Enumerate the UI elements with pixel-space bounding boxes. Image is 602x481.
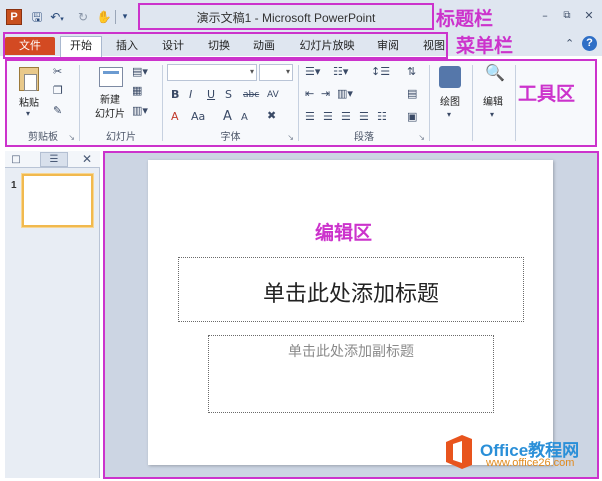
clear-formatting-icon[interactable]: ✖	[267, 110, 276, 122]
find-binoculars-icon[interactable]: 🔍	[485, 65, 505, 81]
font-color-icon[interactable]: A	[171, 111, 179, 123]
edit-area-annotation: 编辑区	[315, 222, 373, 244]
font-launcher-icon[interactable]: ↘	[287, 133, 294, 142]
drawing-group: 绘图 ▾	[430, 61, 470, 145]
restore-icon[interactable]: ⧉	[560, 9, 574, 23]
drawing-label[interactable]: 绘图	[430, 93, 470, 108]
align-text-icon[interactable]: ▤	[407, 88, 417, 100]
slide-canvas[interactable]: 单击此处添加标题 单击此处添加副标题	[148, 160, 553, 465]
editing-group: 🔍 编辑 ▾	[473, 61, 513, 145]
grow-font-icon[interactable]: A	[223, 110, 232, 123]
paragraph-group: ☰▾ ☷▾ ↕☰ ⇅ ⇤ ⇥ ▥▾ ▤ ☰ ☰ ☰ ☰ ☷ ▣ 段落 ↘	[299, 61, 429, 145]
paste-icon[interactable]	[19, 67, 39, 91]
menu-bar-annotation: 菜单栏	[456, 35, 514, 57]
slide-thumbnail[interactable]	[22, 174, 93, 227]
font-group: ▾ ▾ B I U S abc AV A Aa A A ✖ 字体 ↘	[163, 61, 298, 145]
justify-icon[interactable]: ☰	[359, 111, 369, 123]
paste-dropdown-icon[interactable]: ▾	[26, 108, 30, 120]
numbering-icon[interactable]: ☷▾	[333, 66, 348, 78]
menu-bar-highlight	[3, 32, 448, 59]
shapes-icon[interactable]	[439, 66, 461, 88]
outline-tab-icon[interactable]: ☰	[46, 153, 62, 166]
group-separator	[515, 65, 516, 141]
font-group-label: 字体	[220, 132, 241, 143]
align-right-icon[interactable]: ☰	[341, 111, 351, 123]
close-icon[interactable]: ✕	[582, 9, 596, 23]
office-logo-icon	[446, 435, 472, 469]
new-slide-label-line1[interactable]: 新建	[86, 91, 134, 106]
toolbar-annotation: 工具区	[518, 83, 576, 105]
underline-icon[interactable]: U	[207, 89, 215, 101]
minimize-ribbon-icon[interactable]: ⌃	[565, 37, 574, 50]
quick-access-separator	[115, 10, 116, 24]
text-shadow-icon[interactable]: S	[225, 89, 232, 101]
subtitle-placeholder-text[interactable]: 单击此处添加副标题	[209, 341, 493, 361]
strikethrough-icon[interactable]: abc	[243, 89, 259, 101]
distributed-icon[interactable]: ☷	[377, 111, 387, 123]
align-left-icon[interactable]: ☰	[305, 111, 315, 123]
section-icon[interactable]: ▥▾	[132, 105, 148, 117]
text-direction-icon[interactable]: ⇅	[407, 66, 416, 78]
increase-indent-icon[interactable]: ⇥	[321, 88, 330, 100]
touch-mode-icon[interactable]: ✋	[96, 9, 112, 25]
customize-quick-access-icon[interactable]: ▾	[120, 9, 130, 25]
title-bar-highlight: 演示文稿1 - Microsoft PowerPoint	[138, 3, 434, 30]
minimize-icon[interactable]: –	[538, 9, 552, 23]
character-spacing-icon[interactable]: AV	[267, 89, 279, 101]
window-title: 演示文稿1 - Microsoft PowerPoint	[196, 11, 376, 25]
slides-group-label: 幻灯片	[106, 132, 136, 143]
help-icon[interactable]: ?	[582, 36, 597, 51]
align-center-icon[interactable]: ☰	[323, 111, 333, 123]
bold-icon[interactable]: B	[171, 89, 179, 101]
ribbon-toolbar: 粘贴 ▾ ✂ ❐ ✎ 剪贴板 ↘ ✶ 新建 幻灯片 ▤▾ ▦ ▥▾ 幻灯片 ▾ …	[5, 59, 597, 147]
undo-icon[interactable]: ↶▾	[50, 9, 64, 25]
redo-icon[interactable]: ↻	[76, 9, 90, 25]
paragraph-launcher-icon[interactable]: ↘	[418, 133, 425, 142]
font-size-combo[interactable]: ▾	[259, 64, 293, 81]
format-painter-icon[interactable]: ✎	[53, 105, 62, 117]
paste-label[interactable]: 粘贴	[11, 94, 47, 109]
reset-icon[interactable]: ▦	[132, 85, 142, 97]
title-placeholder-text[interactable]: 单击此处添加标题	[179, 276, 523, 308]
subtitle-placeholder[interactable]: 单击此处添加副标题	[208, 335, 494, 413]
slides-group: ✶ 新建 幻灯片 ▤▾ ▦ ▥▾ 幻灯片	[80, 61, 178, 145]
title-placeholder[interactable]: 单击此处添加标题	[178, 257, 524, 322]
smartart-icon[interactable]: ▣	[407, 111, 417, 123]
change-case-icon[interactable]: Aa	[191, 111, 205, 123]
watermark-url: www.office26.com	[486, 457, 575, 469]
italic-icon[interactable]: I	[189, 89, 192, 101]
bullets-icon[interactable]: ☰▾	[305, 66, 320, 78]
copy-icon[interactable]: ❐	[53, 85, 63, 97]
editing-label[interactable]: 编辑	[473, 93, 513, 108]
slides-tab-icon[interactable]: □	[9, 153, 23, 166]
close-pane-icon[interactable]: ✕	[80, 153, 94, 166]
line-spacing-icon[interactable]: ↕☰	[371, 66, 390, 78]
shrink-font-icon[interactable]: A	[241, 112, 248, 124]
drawing-dropdown-icon[interactable]: ▾	[447, 109, 451, 121]
save-icon[interactable]: 🖫	[30, 9, 44, 25]
layout-icon[interactable]: ▤▾	[132, 66, 148, 78]
clipboard-launcher-icon[interactable]: ↘	[68, 133, 75, 142]
title-bar-annotation: 标题栏	[436, 8, 494, 30]
columns-icon[interactable]: ▥▾	[337, 88, 353, 100]
powerpoint-app-icon[interactable]: P	[6, 9, 22, 25]
slide-thumbnail-number: 1	[11, 180, 17, 191]
clipboard-group: 粘贴 ▾ ✂ ❐ ✎ 剪贴板 ↘	[7, 61, 79, 145]
editing-dropdown-icon[interactable]: ▾	[490, 109, 494, 121]
cut-icon[interactable]: ✂	[53, 66, 62, 78]
new-slide-label-line2[interactable]: 幻灯片	[86, 105, 134, 120]
font-name-combo[interactable]: ▾	[167, 64, 257, 81]
new-slide-icon[interactable]	[99, 67, 123, 87]
paragraph-group-label: 段落	[354, 132, 374, 143]
decrease-indent-icon[interactable]: ⇤	[305, 88, 314, 100]
